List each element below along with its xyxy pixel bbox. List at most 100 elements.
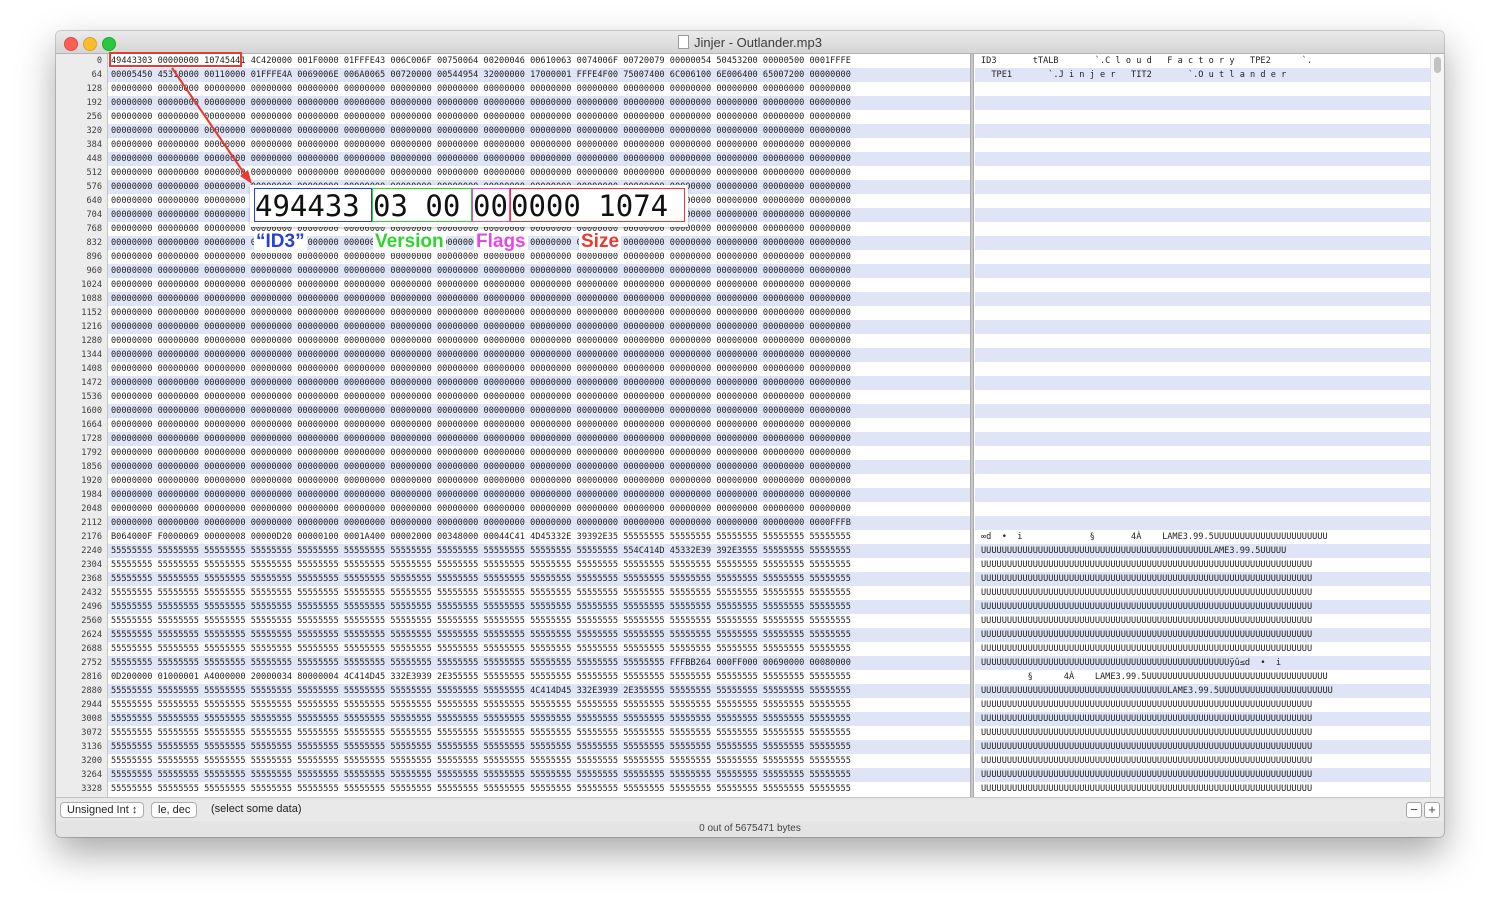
- hex-row[interactable]: 00000000 00000000 00000000 00000000 0000…: [108, 138, 973, 152]
- ascii-row[interactable]: UUUUUUUUUUUUUUUUUUUUUUUUUUUUUUUUUUUUUUUU…: [975, 740, 1430, 754]
- ascii-row[interactable]: [975, 474, 1430, 488]
- ascii-row[interactable]: UUUUUUUUUUUUUUUUUUUUUUUUUUUUUUUUUUUUUUUU…: [975, 628, 1430, 642]
- ascii-row[interactable]: UUUUUUUUUUUUUUUUUUUUUUUUUUUUUUUUUUUULAME…: [975, 684, 1430, 698]
- ascii-row[interactable]: [975, 124, 1430, 138]
- ascii-view[interactable]: ID3 tTALB `.C l o u d F a c t o r y TPE2…: [975, 54, 1430, 797]
- hex-row[interactable]: 00000000 00000000 00000000 00000000 0000…: [108, 488, 973, 502]
- ascii-row[interactable]: [975, 166, 1430, 180]
- hex-row[interactable]: 55555555 55555555 55555555 55555555 5555…: [108, 628, 973, 642]
- hex-row[interactable]: 00000000 00000000 00000000 00000000 0000…: [108, 390, 973, 404]
- ascii-row[interactable]: UUUUUUUUUUUUUUUUUUUUUUUUUUUUUUUUUUUUUUUU…: [975, 572, 1430, 586]
- hex-row[interactable]: 55555555 55555555 55555555 55555555 5555…: [108, 782, 973, 796]
- ascii-row[interactable]: [975, 446, 1430, 460]
- ascii-row[interactable]: UUUUUUUUUUUUUUUUUUUUUUUUUUUUUUUUUUUUUUUU…: [975, 558, 1430, 572]
- scrollbar-thumb[interactable]: [1434, 57, 1441, 73]
- pane-divider[interactable]: [970, 54, 974, 797]
- hex-row[interactable]: 55555555 55555555 55555555 55555555 5555…: [108, 740, 973, 754]
- ascii-row[interactable]: [975, 82, 1430, 96]
- hex-row[interactable]: 00000000 00000000 00000000 00000000 0000…: [108, 82, 973, 96]
- hex-row[interactable]: 00000000 00000000 00000000 00000000 0000…: [108, 516, 973, 530]
- vertical-scrollbar[interactable]: [1430, 54, 1444, 797]
- data-type-popup[interactable]: Unsigned Int ↕: [60, 802, 145, 818]
- hex-row[interactable]: 00000000 00000000 00000000 00000000 0000…: [108, 278, 973, 292]
- ascii-row[interactable]: [975, 516, 1430, 530]
- ascii-row[interactable]: [975, 390, 1430, 404]
- ascii-row[interactable]: [975, 320, 1430, 334]
- hex-row[interactable]: 55555555 55555555 55555555 55555555 5555…: [108, 586, 973, 600]
- ascii-row[interactable]: [975, 138, 1430, 152]
- hex-row[interactable]: 55555555 55555555 55555555 55555555 5555…: [108, 600, 973, 614]
- ascii-row[interactable]: UUUUUUUUUUUUUUUUUUUUUUUUUUUUUUUUUUUUUUUU…: [975, 782, 1430, 796]
- hex-row[interactable]: 00000000 00000000 00000000 00000000 0000…: [108, 376, 973, 390]
- ascii-row[interactable]: [975, 306, 1430, 320]
- hex-row[interactable]: 55555555 55555555 55555555 55555555 5555…: [108, 572, 973, 586]
- ascii-row[interactable]: [975, 334, 1430, 348]
- hex-row[interactable]: 00000000 00000000 00000000 00000000 0000…: [108, 334, 973, 348]
- ascii-row[interactable]: UUUUUUUUUUUUUUUUUUUUUUUUUUUUUUUUUUUUUUUU…: [975, 656, 1430, 670]
- hex-row[interactable]: 55555555 55555555 55555555 55555555 5555…: [108, 712, 973, 726]
- ascii-row[interactable]: ID3 tTALB `.C l o u d F a c t o r y TPE2…: [975, 54, 1430, 68]
- hex-row[interactable]: 00000000 00000000 00000000 00000000 0000…: [108, 166, 973, 180]
- ascii-row[interactable]: § 4À LAME3.99.5UUUUUUUUUUUUUUUUUUUUUUUUU…: [975, 670, 1430, 684]
- add-button[interactable]: +: [1424, 802, 1440, 818]
- hex-row[interactable]: 00000000 00000000 00000000 00000000 0000…: [108, 418, 973, 432]
- hex-row[interactable]: 55555555 55555555 55555555 55555555 5555…: [108, 642, 973, 656]
- hex-row[interactable]: 00000000 00000000 00000000 00000000 0000…: [108, 404, 973, 418]
- hex-row[interactable]: 55555555 55555555 55555555 55555555 5555…: [108, 768, 973, 782]
- hex-row[interactable]: 00005450 45310000 00110000 01FFFE4A 0069…: [108, 68, 973, 82]
- hex-row[interactable]: 55555555 55555555 55555555 55555555 5555…: [108, 544, 973, 558]
- ascii-row[interactable]: [975, 348, 1430, 362]
- hex-row[interactable]: 00000000 00000000 00000000 00000000 0000…: [108, 250, 973, 264]
- ascii-row[interactable]: UUUUUUUUUUUUUUUUUUUUUUUUUUUUUUUUUUUUUUUU…: [975, 544, 1430, 558]
- hex-row[interactable]: 55555555 55555555 55555555 55555555 5555…: [108, 614, 973, 628]
- ascii-row[interactable]: UUUUUUUUUUUUUUUUUUUUUUUUUUUUUUUUUUUUUUUU…: [975, 600, 1430, 614]
- ascii-row[interactable]: [975, 460, 1430, 474]
- hex-row[interactable]: 55555555 55555555 55555555 55555555 5555…: [108, 726, 973, 740]
- hex-row[interactable]: 55555555 55555555 55555555 55555555 5555…: [108, 656, 973, 670]
- hex-row[interactable]: 55555555 55555555 55555555 55555555 5555…: [108, 558, 973, 572]
- ascii-row[interactable]: [975, 110, 1430, 124]
- ascii-row[interactable]: UUUUUUUUUUUUUUUUUUUUUUUUUUUUUUUUUUUUUUUU…: [975, 614, 1430, 628]
- hex-row[interactable]: 00000000 00000000 00000000 00000000 0000…: [108, 236, 973, 250]
- ascii-row[interactable]: [975, 502, 1430, 516]
- hex-row[interactable]: 00000000 00000000 00000000 00000000 0000…: [108, 320, 973, 334]
- hex-row[interactable]: 00000000 00000000 00000000 00000000 0000…: [108, 362, 973, 376]
- ascii-row[interactable]: UUUUUUUUUUUUUUUUUUUUUUUUUUUUUUUUUUUUUUUU…: [975, 586, 1430, 600]
- hex-row[interactable]: 55555555 55555555 55555555 55555555 5555…: [108, 684, 973, 698]
- hex-row[interactable]: 00000000 00000000 00000000 00000000 0000…: [108, 306, 973, 320]
- ascii-row[interactable]: UUUUUUUUUUUUUUUUUUUUUUUUUUUUUUUUUUUUUUUU…: [975, 712, 1430, 726]
- ascii-row[interactable]: [975, 152, 1430, 166]
- hex-row[interactable]: 55555555 55555555 55555555 55555555 5555…: [108, 754, 973, 768]
- ascii-row[interactable]: ∞d • i § 4À LAME3.99.5UUUUUUUUUUUUUUUUUU…: [975, 530, 1430, 544]
- hex-row[interactable]: 00000000 00000000 00000000 00000000 0000…: [108, 474, 973, 488]
- hex-row[interactable]: B064000F F0000069 00000008 00000D20 0000…: [108, 530, 973, 544]
- hex-row[interactable]: 00000000 00000000 00000000 00000000 0000…: [108, 96, 973, 110]
- ascii-row[interactable]: [975, 236, 1430, 250]
- ascii-row[interactable]: [975, 264, 1430, 278]
- ascii-row[interactable]: [975, 292, 1430, 306]
- ascii-row[interactable]: UUUUUUUUUUUUUUUUUUUUUUUUUUUUUUUUUUUUUUUU…: [975, 642, 1430, 656]
- hex-row[interactable]: 00000000 00000000 00000000 00000000 0000…: [108, 460, 973, 474]
- ascii-row[interactable]: UUUUUUUUUUUUUUUUUUUUUUUUUUUUUUUUUUUUUUUU…: [975, 768, 1430, 782]
- ascii-row[interactable]: [975, 208, 1430, 222]
- hex-row[interactable]: 00000000 00000000 00000000 00000000 0000…: [108, 432, 973, 446]
- ascii-row[interactable]: [975, 278, 1430, 292]
- ascii-row[interactable]: UUUUUUUUUUUUUUUUUUUUUUUUUUUUUUUUUUUUUUUU…: [975, 754, 1430, 768]
- ascii-row[interactable]: [975, 194, 1430, 208]
- hex-row[interactable]: 00000000 00000000 00000000 00000000 0000…: [108, 348, 973, 362]
- endianness-popup[interactable]: le, dec: [151, 802, 198, 818]
- ascii-row[interactable]: UUUUUUUUUUUUUUUUUUUUUUUUUUUUUUUUUUUUUUUU…: [975, 698, 1430, 712]
- ascii-row[interactable]: [975, 418, 1430, 432]
- ascii-row[interactable]: [975, 362, 1430, 376]
- ascii-row[interactable]: [975, 250, 1430, 264]
- hex-row[interactable]: 00000000 00000000 00000000 00000000 0000…: [108, 446, 973, 460]
- ascii-row[interactable]: [975, 222, 1430, 236]
- ascii-row[interactable]: [975, 180, 1430, 194]
- remove-button[interactable]: −: [1406, 802, 1422, 818]
- hex-row[interactable]: 00000000 00000000 00000000 00000000 0000…: [108, 124, 973, 138]
- ascii-row[interactable]: [975, 376, 1430, 390]
- hex-row[interactable]: 00000000 00000000 00000000 00000000 0000…: [108, 292, 973, 306]
- hex-row[interactable]: 00000000 00000000 00000000 00000000 0000…: [108, 110, 973, 124]
- ascii-row[interactable]: [975, 432, 1430, 446]
- ascii-row[interactable]: [975, 96, 1430, 110]
